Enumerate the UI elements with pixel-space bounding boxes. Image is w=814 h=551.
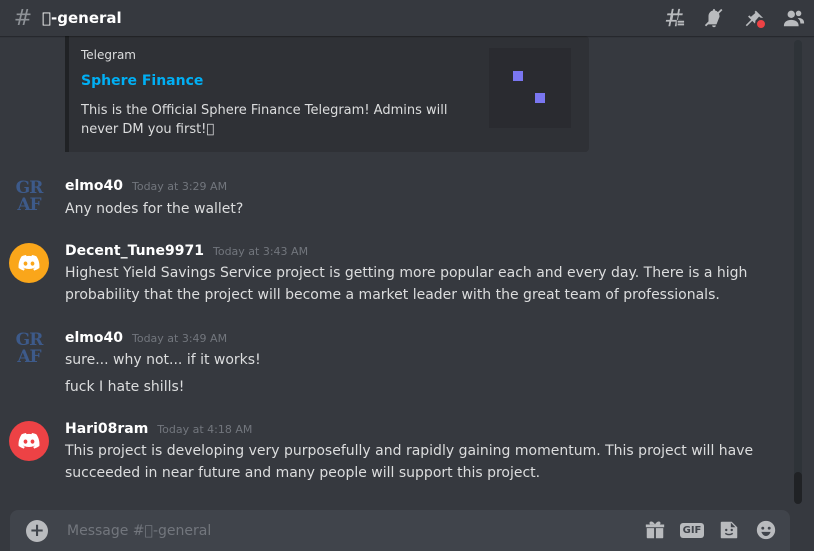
embed-provider[interactable]: Telegram	[81, 48, 136, 62]
emoji-icon[interactable]	[754, 518, 778, 542]
message-header: Decent_Tune9971 Today at 3:43 AM	[65, 243, 308, 259]
scrollbar-track[interactable]	[794, 40, 802, 502]
message-text: sure... why not... if it works!	[65, 352, 261, 368]
message-text: This project is developing very purposef…	[65, 443, 754, 459]
message-list: Telegram Sphere Finance This is the Offi…	[0, 36, 800, 502]
avatar[interactable]	[9, 421, 49, 461]
link-embed: Telegram Sphere Finance This is the Offi…	[65, 36, 589, 152]
timestamp: Today at 4:18 AM	[157, 423, 253, 436]
message-text: Any nodes for the wallet?	[65, 201, 244, 217]
message-text: succeeded in near future and many people…	[65, 465, 541, 481]
message-input[interactable]	[65, 518, 629, 544]
gif-icon[interactable]: GIF	[679, 518, 705, 542]
message-header: elmo40 Today at 3:29 AM	[65, 178, 227, 194]
composer-toolbar: GIF	[630, 518, 778, 542]
username[interactable]: elmo40	[65, 178, 123, 194]
embed-title[interactable]: Sphere Finance	[81, 73, 203, 89]
message-text: Highest Yield Savings Service project is…	[65, 265, 748, 281]
avatar[interactable]: GR AF	[9, 332, 49, 372]
avatar-text: AF	[17, 347, 41, 367]
username[interactable]: elmo40	[65, 330, 123, 346]
hash-icon: #	[13, 5, 33, 31]
channel-name:  -general	[42, 9, 122, 27]
timestamp: Today at 3:43 AM	[212, 245, 309, 258]
thumbnail-square	[535, 93, 545, 103]
avatar-text: AF	[17, 195, 41, 215]
notification-dot	[755, 18, 767, 30]
members-icon[interactable]	[782, 6, 806, 30]
username[interactable]: Decent_Tune9971	[65, 243, 204, 259]
username[interactable]: Hari08ram	[65, 421, 148, 437]
avatar[interactable]	[9, 243, 49, 283]
message-header: Hari08ram Today at 4:18 AM	[65, 421, 252, 437]
embed-description: This is the Official Sphere Finance Tele…	[81, 103, 448, 137]
channel-header: #  -general	[0, 0, 814, 36]
threads-icon[interactable]	[662, 6, 686, 30]
pin-icon[interactable]	[742, 6, 767, 30]
thumbnail-square	[513, 71, 523, 81]
scrollbar-thumb[interactable]	[794, 472, 802, 504]
add-attachment-button[interactable]: +	[26, 520, 48, 542]
avatar[interactable]: GR AF	[9, 180, 49, 220]
discord-logo-icon	[18, 255, 40, 271]
gif-label: GIF	[679, 522, 705, 538]
timestamp: Today at 3:29 AM	[131, 180, 228, 193]
discord-logo-icon	[18, 433, 40, 449]
header-toolbar	[654, 0, 814, 36]
message-header: elmo40 Today at 3:49 AM	[65, 330, 227, 346]
message-composer: + GIF	[10, 510, 790, 551]
sticker-icon[interactable]	[717, 518, 741, 542]
message-text: fuck I hate shills!	[65, 379, 185, 395]
embed-thumbnail[interactable]	[489, 48, 571, 128]
timestamp: Today at 3:49 AM	[131, 332, 228, 345]
message-text: probability that the project will become…	[65, 287, 720, 303]
mute-bell-icon[interactable]	[702, 6, 726, 30]
gift-icon[interactable]	[643, 518, 667, 542]
